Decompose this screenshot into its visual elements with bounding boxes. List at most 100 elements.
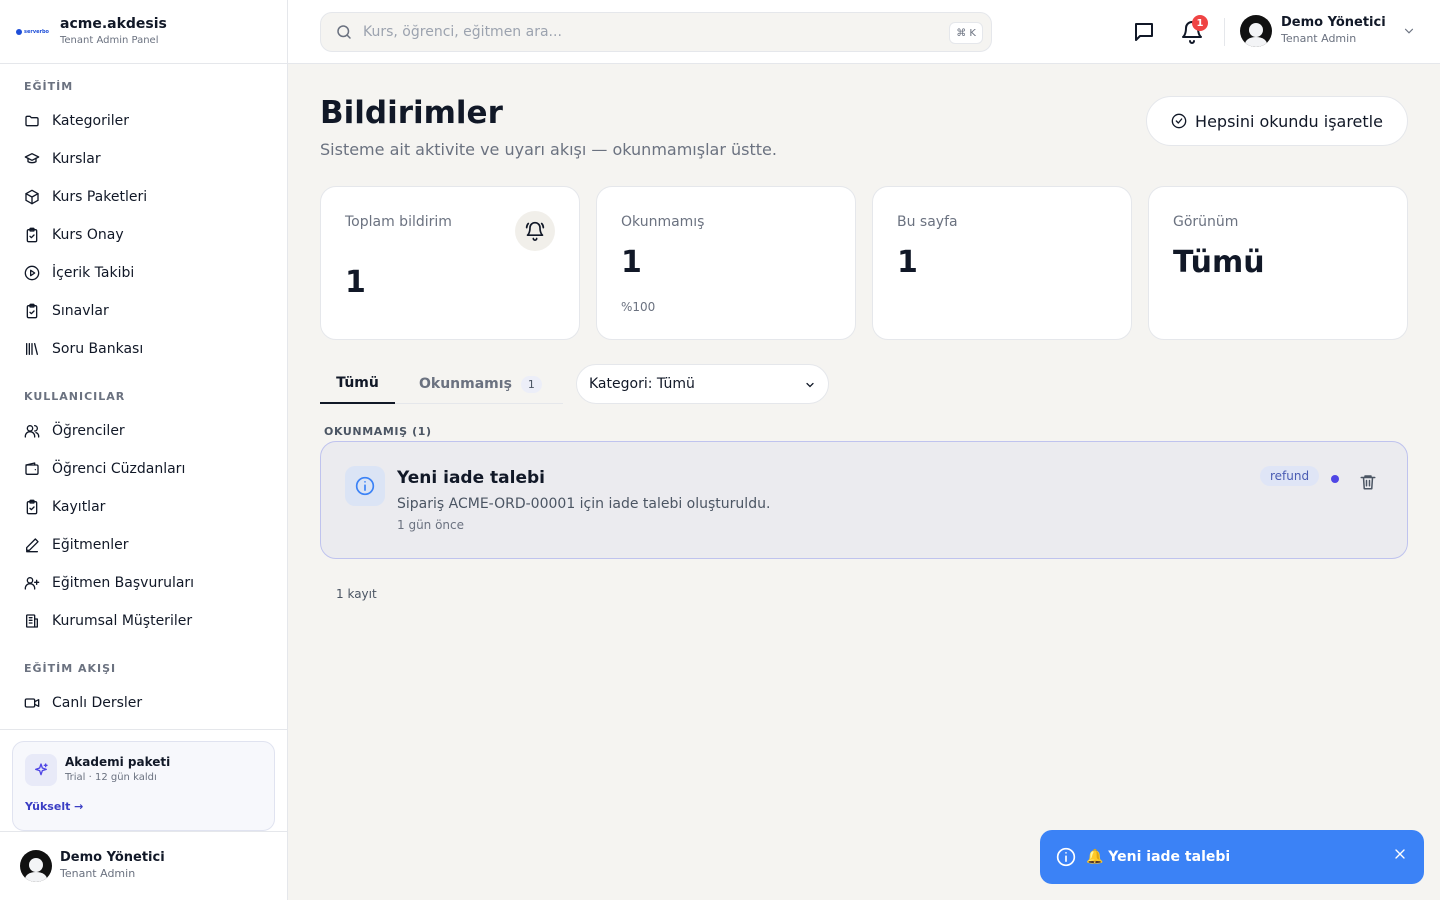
bell-ring-icon [515, 211, 555, 251]
sidebar-user[interactable]: Demo Yönetici Tenant Admin [0, 831, 287, 900]
stat-value: 1 [897, 245, 918, 280]
tab-label: Tümü [336, 375, 379, 391]
sidebar-item-kurs-paketleri[interactable]: Kurs Paketleri [0, 178, 287, 216]
sidebar-item-label: Öğrenciler [52, 423, 125, 439]
pencil-icon [26, 538, 39, 553]
chevron-down-icon [806, 382, 814, 388]
sidebar-item-label: Canlı Dersler [52, 695, 143, 711]
avatar [20, 850, 52, 882]
nav-section-title: EĞİTİM [24, 80, 74, 93]
stat-card-total: Toplam bildirim 1 [320, 186, 580, 340]
play-circle-icon [24, 265, 40, 281]
divider [1224, 18, 1225, 46]
sidebar-item-ogrenci-cuzdanlari[interactable]: Öğrenci Cüzdanları [0, 450, 287, 488]
sidebar-item-label: Öğrenci Cüzdanları [52, 461, 186, 477]
sidebar-item-canli-dersler[interactable]: Canlı Dersler [0, 684, 287, 722]
notification-item[interactable]: Yeni iade talebi Sipariş ACME-ORD-00001 … [320, 441, 1408, 559]
sidebar: serverbo acme.akdesis Tenant Admin Panel… [0, 0, 288, 900]
sidebar-item-soru-bankasi[interactable]: Soru Bankası [0, 330, 287, 368]
user-plus-icon [24, 577, 40, 590]
group-label: OKUNMAMIŞ (1) [324, 425, 432, 438]
nav-section-title: KULLANICILAR [24, 390, 126, 403]
folder-icon [25, 115, 39, 127]
sidebar-item-label: Soru Bankası [52, 341, 144, 357]
page-subtitle: Sisteme ait aktivite ve uyarı akışı — ok… [320, 140, 777, 159]
category-select[interactable]: Kategori: Tümü [576, 364, 829, 404]
notification-badge: 1 [1192, 15, 1208, 31]
plan-card: Akademi paketi Trial · 12 gün kaldı Yüks… [12, 741, 275, 831]
page-title: Bildirimler [320, 95, 503, 131]
notification-tag: refund [1260, 466, 1320, 486]
clipboard-check-icon [26, 227, 38, 243]
brand[interactable]: serverbo acme.akdesis Tenant Admin Panel [0, 0, 287, 64]
sidebar-item-kurslar[interactable]: Kurslar [0, 140, 287, 178]
sidebar-item-label: Kurumsal Müşteriler [52, 613, 193, 629]
mark-all-read-label: Hepsini okundu işaretle [1195, 111, 1383, 131]
stat-label: Okunmamış [621, 214, 705, 230]
sidebar-item-egitmen-basvurulari[interactable]: Eğitmen Başvuruları [0, 564, 287, 602]
toast-text: 🔔 Yeni iade talebi [1086, 849, 1231, 865]
package-icon [25, 189, 39, 205]
sidebar-item-sinavlar[interactable]: Sınavlar [0, 292, 287, 330]
building-icon [26, 614, 38, 628]
mark-all-read-button[interactable]: Hepsini okundu işaretle [1146, 96, 1408, 146]
category-select-value: Kategori: Tümü [589, 376, 695, 392]
wallet-icon [25, 462, 39, 475]
sidebar-item-label: Kurslar [52, 151, 101, 167]
stat-label: Görünüm [1173, 214, 1239, 230]
unread-dot [1331, 475, 1339, 483]
sidebar-item-kurumsal-musteriler[interactable]: Kurumsal Müşteriler [0, 602, 287, 640]
stat-card-unread: Okunmamış 1 %100 [596, 186, 856, 340]
divider [0, 729, 287, 730]
sidebar-item-label: İçerik Takibi [52, 265, 135, 281]
info-icon [345, 466, 385, 506]
sidebar-nav: EĞİTİM Kategoriler Kurslar Kurs Paketler… [0, 64, 287, 729]
sidebar-item-ogrenciler[interactable]: Öğrenciler [0, 412, 287, 450]
stat-value: Tümü [1173, 245, 1265, 280]
user-name: Demo Yönetici [60, 850, 165, 865]
graduation-cap-icon [24, 153, 40, 164]
clipboard-check-icon [26, 303, 38, 319]
brand-subtitle: Tenant Admin Panel [60, 34, 159, 46]
sidebar-item-icerik-takibi[interactable]: İçerik Takibi [0, 254, 287, 292]
nav-section-title: EĞİTİM AKIŞI [24, 662, 117, 675]
tab-all[interactable]: Tümü [320, 364, 395, 404]
search-icon [337, 25, 351, 39]
notification-time: 1 gün önce [397, 518, 465, 532]
stat-value: 1 [345, 265, 366, 300]
search-box[interactable]: ⌘ K [320, 12, 992, 52]
plan-title: Akademi paketi [65, 755, 171, 769]
message-icon[interactable] [1132, 20, 1156, 44]
sidebar-item-kayitlar[interactable]: Kayıtlar [0, 488, 287, 526]
user-role: Tenant Admin [60, 867, 136, 880]
close-icon[interactable] [1392, 846, 1408, 862]
library-icon [26, 343, 38, 355]
sidebar-item-label: Sınavlar [52, 303, 109, 319]
tab-unread[interactable]: Okunmamış 1 [419, 364, 542, 404]
sidebar-item-label: Kurs Paketleri [52, 189, 148, 205]
sidebar-item-egitmenler[interactable]: Eğitmenler [0, 526, 287, 564]
user-menu[interactable]: Demo Yönetici Tenant Admin [1240, 15, 1416, 47]
stat-note: %100 [621, 300, 656, 314]
stat-card-view: Görünüm Tümü [1148, 186, 1408, 340]
clipboard-check-icon [26, 499, 38, 515]
notification-message: Sipariş ACME-ORD-00001 için iade talebi … [397, 496, 771, 512]
toast-notification: 🔔 Yeni iade talebi [1040, 830, 1424, 884]
record-count: 1 kayıt [336, 587, 377, 601]
sidebar-item-kurs-onay[interactable]: Kurs Onay [0, 216, 287, 254]
video-icon [24, 698, 40, 708]
trash-icon[interactable] [1359, 473, 1377, 491]
stat-value: 1 [621, 245, 642, 280]
stats-row: Toplam bildirim 1 Okunmamış 1 %100 Bu sa… [320, 186, 1408, 340]
sidebar-item-kategoriler[interactable]: Kategoriler [0, 102, 287, 140]
stat-card-this-page: Bu sayfa 1 [872, 186, 1132, 340]
sparkles-icon [25, 754, 57, 786]
brand-name: acme.akdesis [60, 15, 167, 32]
upgrade-link[interactable]: Yükselt → [25, 800, 83, 813]
sidebar-item-label: Eğitmenler [52, 537, 129, 553]
notification-title: Yeni iade talebi [397, 468, 545, 488]
tab-label: Okunmamış [419, 376, 512, 392]
search-input[interactable] [363, 24, 923, 40]
user-role: Tenant Admin [1281, 32, 1357, 45]
sidebar-item-label: Kurs Onay [52, 227, 124, 243]
